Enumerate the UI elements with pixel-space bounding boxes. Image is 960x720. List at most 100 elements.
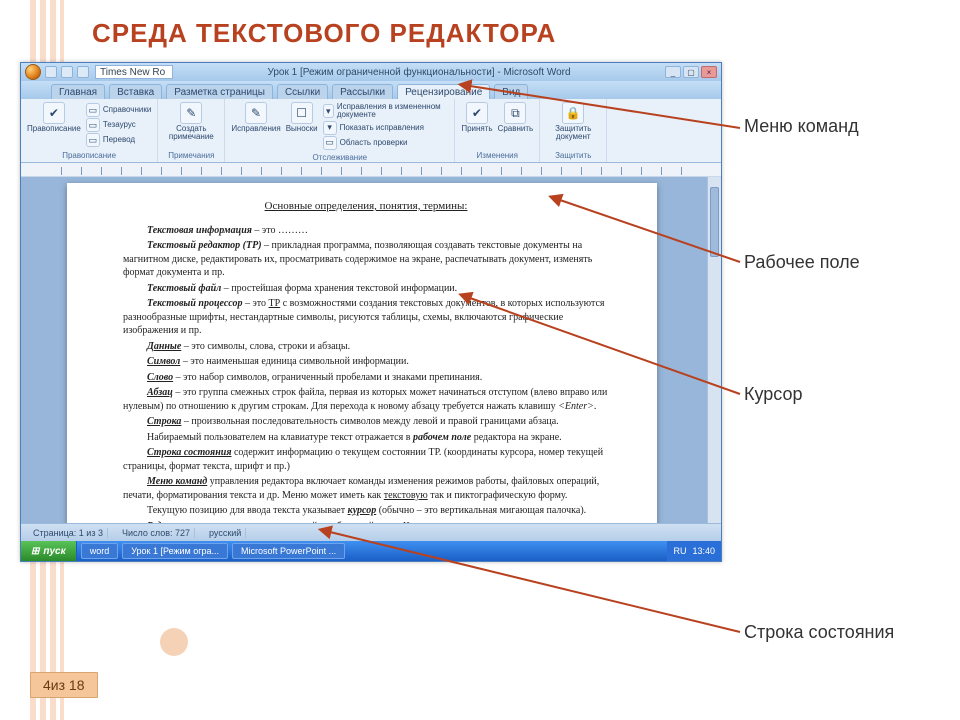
start-label: пуск [43, 546, 65, 557]
start-button[interactable]: ⊞ пуск [21, 541, 77, 561]
ribbon-tab[interactable]: Ссылки [277, 84, 328, 99]
ribbon: ✔ Правописание ▭Справочники ▭Тезаурус ▭П… [21, 99, 721, 163]
tray-language[interactable]: RU [673, 546, 686, 556]
compare-icon: ⧉ [504, 102, 526, 124]
slide-page-badge: 4из 18 [30, 672, 98, 698]
window-buttons: _ ▢ × [665, 66, 717, 78]
callout-cursor: Курсор [744, 384, 803, 405]
dropdown-icon: ▾ [323, 104, 334, 118]
status-word-count[interactable]: Число слов: 727 [118, 528, 195, 538]
doc-paragraph: Данные – это символы, слова, строки и аб… [123, 340, 609, 354]
windows-logo-icon: ⊞ [31, 546, 39, 557]
doc-paragraph: Текстовый процессор – это ТР с возможнос… [123, 297, 609, 338]
track-changes-button[interactable]: ✎ Исправления [231, 102, 280, 133]
callout-workfield: Рабочее поле [744, 252, 860, 273]
group-title: Отслеживание [231, 153, 448, 162]
label: Показать исправления [340, 124, 424, 132]
doc-paragraph: Текстовый редактор (ТР) – прикладная про… [123, 239, 609, 280]
horizontal-ruler[interactable] [21, 163, 721, 177]
ruler-ticks [61, 167, 701, 175]
label: Правописание [27, 125, 81, 133]
translate-icon: ▭ [86, 133, 100, 147]
taskbar-item[interactable]: Microsoft PowerPoint ... [232, 543, 345, 559]
status-page[interactable]: Страница: 1 из 3 [29, 528, 108, 538]
doc-paragraph: Слово – это набор символов, ограниченный… [123, 371, 609, 385]
status-bar: Страница: 1 из 3 Число слов: 727 русский [21, 523, 721, 541]
ribbon-tab[interactable]: Рассылки [332, 84, 393, 99]
document-area[interactable]: Основные определения, понятия, термины: … [21, 177, 721, 523]
minimize-button[interactable]: _ [665, 66, 681, 78]
scrollbar-thumb[interactable] [710, 187, 719, 257]
qat-undo[interactable] [61, 66, 73, 78]
doc-paragraph: Меню команд управления редактора включае… [123, 475, 609, 502]
label: Защитить документ [546, 125, 600, 142]
lock-icon: 🔒 [562, 102, 584, 124]
ribbon-tab[interactable]: Главная [51, 84, 105, 99]
status-language[interactable]: русский [205, 528, 246, 538]
reviewing-pane-button[interactable]: ▭Область проверки [323, 136, 449, 150]
list-icon: ▾ [323, 121, 337, 135]
group-title: Изменения [461, 151, 533, 160]
maximize-button[interactable]: ▢ [683, 66, 699, 78]
label: Исправления [231, 125, 280, 133]
book-icon: ▭ [86, 103, 100, 117]
doc-paragraph: Текстовый файл – простейшая форма хранен… [123, 282, 609, 296]
ribbon-tabs: Главная Вставка Разметка страницы Ссылки Рас… [21, 81, 721, 99]
font-name-text: Times New Ro [100, 67, 165, 78]
ribbon-group-comments: ✎ Создать примечание Примечания [158, 99, 225, 162]
ribbon-tab[interactable]: Разметка страницы [166, 84, 273, 99]
decorative-dot [160, 628, 188, 656]
ribbon-tab[interactable]: Рецензирование [397, 84, 490, 99]
taskbar-item[interactable]: word [81, 543, 119, 559]
accept-icon: ✔ [466, 102, 488, 124]
ribbon-tab[interactable]: Вид [494, 84, 528, 99]
thesaurus-button[interactable]: ▭Тезаурус [86, 118, 151, 132]
windows-taskbar: ⊞ пуск word Урок 1 [Режим огра... Microso… [21, 541, 721, 561]
protect-document-button[interactable]: 🔒 Защитить документ [546, 102, 600, 142]
doc-paragraph: Строка – произвольная последовательность… [123, 415, 609, 429]
abc-check-icon: ✔ [43, 102, 65, 124]
show-markup-button[interactable]: ▾Показать исправления [323, 121, 449, 135]
label: Принять [461, 125, 492, 133]
thesaurus-icon: ▭ [86, 118, 100, 132]
compare-button[interactable]: ⧉ Сравнить [498, 102, 534, 133]
word-window: Times New Ro Урок 1 [Режим ограниченной … [20, 62, 722, 562]
pane-icon: ▭ [323, 136, 337, 150]
label: Создать примечание [164, 125, 218, 142]
group-title: Защитить [546, 151, 600, 160]
balloons-button[interactable]: ☐ Выноски [286, 102, 318, 133]
qat-redo[interactable] [77, 66, 89, 78]
system-tray: RU 13:40 [667, 541, 721, 561]
tray-clock: 13:40 [692, 546, 715, 556]
label: Область проверки [340, 139, 408, 147]
comment-icon: ✎ [180, 102, 202, 124]
ribbon-group-tracking: ✎ Исправления ☐ Выноски ▾Исправления в и… [225, 99, 455, 162]
track-icon: ✎ [245, 102, 267, 124]
office-button[interactable] [25, 64, 41, 80]
vertical-scrollbar[interactable] [707, 177, 721, 523]
doc-paragraph: Текстовая информация – это ……… [123, 224, 609, 238]
qat-save[interactable] [45, 66, 57, 78]
balloon-icon: ☐ [291, 102, 313, 124]
callout-statusbar: Строка состояния [744, 622, 894, 643]
spelling-button[interactable]: ✔ Правописание [27, 102, 81, 133]
translate-button[interactable]: ▭Перевод [86, 133, 151, 147]
group-title: Примечания [164, 151, 218, 160]
label: Сравнить [498, 125, 534, 133]
ribbon-tab[interactable]: Вставка [109, 84, 162, 99]
label: Исправления в измененном документе [337, 103, 448, 120]
doc-paragraph: Строка состояния содержит информацию о т… [123, 446, 609, 473]
close-button[interactable]: × [701, 66, 717, 78]
accept-button[interactable]: ✔ Принять [461, 102, 492, 133]
display-for-review-dropdown[interactable]: ▾Исправления в измененном документе [323, 103, 449, 120]
page[interactable]: Основные определения, понятия, термины: … [67, 183, 657, 523]
window-title: Урок 1 [Режим ограниченной функционально… [173, 67, 665, 78]
research-button[interactable]: ▭Справочники [86, 103, 151, 117]
ribbon-group-proofing: ✔ Правописание ▭Справочники ▭Тезаурус ▭П… [21, 99, 158, 162]
taskbar-item[interactable]: Урок 1 [Режим огра... [122, 543, 228, 559]
new-comment-button[interactable]: ✎ Создать примечание [164, 102, 218, 142]
font-name-box[interactable]: Times New Ro [95, 65, 173, 79]
doc-paragraph: Символ – это наименьшая единица символьн… [123, 355, 609, 369]
label: Справочники [103, 106, 151, 114]
callout-menu: Меню команд [744, 116, 859, 137]
